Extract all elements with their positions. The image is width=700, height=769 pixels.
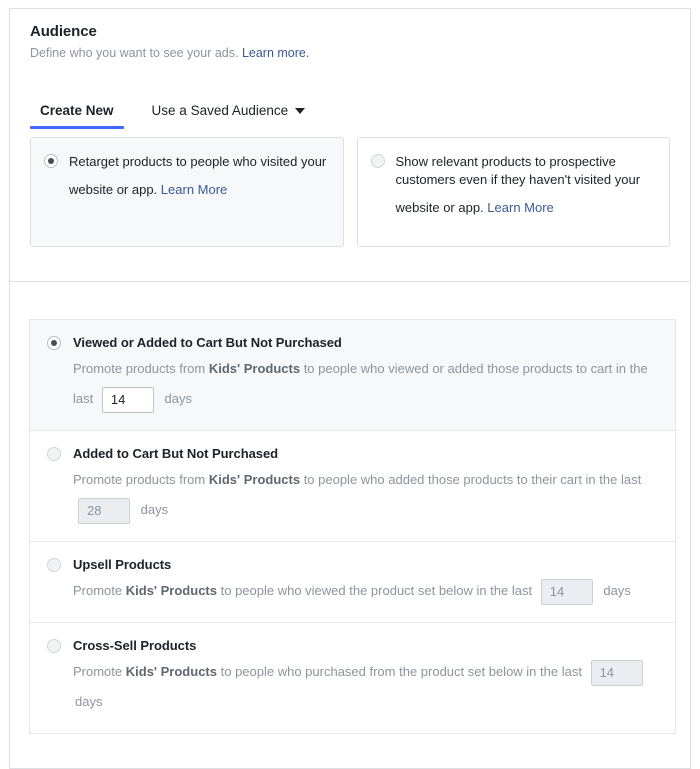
audience-setup-screen: Audience Define who you want to see your…: [0, 0, 700, 769]
product-set-name-2: Kids' Products: [125, 583, 217, 598]
option-body-cross-sell-products: Cross-Sell Products Promote Kids' Produc…: [73, 637, 657, 717]
audience-card-retarget-body: Retarget products to people who visited …: [69, 152, 328, 199]
radio-viewed-or-added-to-cart[interactable]: [47, 336, 61, 350]
option-row-viewed-or-added-to-cart[interactable]: Viewed or Added to Cart But Not Purchase…: [30, 320, 675, 431]
days-input-viewed-or-added-to-cart[interactable]: [101, 386, 154, 413]
chevron-down-icon: [295, 108, 306, 114]
audience-type-cards: Retarget products to people who visited …: [10, 128, 690, 247]
audience-card-retarget-learn-more[interactable]: Learn More: [161, 181, 227, 199]
option-desc-before-0: Promote products from: [73, 361, 206, 376]
days-label-2: days: [603, 583, 631, 598]
days-input-cross-sell-products[interactable]: [590, 659, 643, 686]
tab-create-new[interactable]: Create New: [30, 103, 124, 129]
learn-more-link[interactable]: Learn more.: [242, 46, 309, 60]
radio-cross-sell-products[interactable]: [47, 639, 61, 653]
option-row-added-to-cart[interactable]: Added to Cart But Not Purchased Promote …: [30, 431, 675, 542]
option-title-viewed-or-added-to-cart: Viewed or Added to Cart But Not Purchase…: [73, 335, 342, 350]
page-subtitle: Define who you want to see your ads. Lea…: [30, 45, 670, 62]
option-body-viewed-or-added-to-cart: Viewed or Added to Cart But Not Purchase…: [73, 334, 657, 414]
option-row-cross-sell-products[interactable]: Cross-Sell Products Promote Kids' Produc…: [30, 623, 675, 734]
option-description-added-to-cart: Promote products from Kids' Products to …: [73, 465, 657, 525]
days-label-1: days: [140, 502, 169, 517]
product-set-name-0: Kids' Products: [208, 361, 301, 376]
page-subtitle-text: Define who you want to see your ads.: [30, 46, 239, 60]
retargeting-options-list: Viewed or Added to Cart But Not Purchase…: [29, 319, 676, 734]
option-row-upsell-products[interactable]: Upsell Products Promote Kids' Products t…: [30, 542, 675, 623]
option-desc-middle-1: to people who added those products to th…: [303, 472, 642, 487]
days-input-added-to-cart[interactable]: [78, 497, 130, 524]
option-body-added-to-cart: Added to Cart But Not Purchased Promote …: [73, 445, 657, 525]
page-title: Audience: [30, 23, 97, 40]
audience-card-prospecting-learn-more[interactable]: Learn More: [487, 199, 553, 217]
audience-card-prospecting[interactable]: Show relevant products to prospective cu…: [356, 137, 670, 247]
section-header: Audience Define who you want to see your…: [10, 9, 690, 62]
audience-card-retarget[interactable]: Retarget products to people who visited …: [30, 137, 344, 247]
product-set-name-3: Kids' Products: [125, 664, 217, 679]
days-input-upsell-products[interactable]: [540, 578, 593, 605]
retargeting-options-panel: Viewed or Added to Cart But Not Purchase…: [9, 281, 691, 769]
option-desc-middle-2: to people who viewed the product set bel…: [220, 583, 533, 598]
option-description-viewed-or-added-to-cart: Promote products from Kids' Products to …: [73, 354, 657, 414]
radio-prospecting[interactable]: [370, 154, 385, 168]
option-title-added-to-cart: Added to Cart But Not Purchased: [73, 446, 279, 461]
radio-retarget[interactable]: [44, 154, 58, 168]
tab-create-new-label: Create New: [40, 103, 114, 118]
option-description-cross-sell-products: Promote Kids' Products to people who pur…: [73, 657, 657, 717]
radio-upsell-products[interactable]: [47, 558, 61, 572]
tab-use-saved-audience[interactable]: Use a Saved Audience: [142, 103, 316, 128]
option-desc-middle-3: to people who purchased from the product…: [220, 664, 582, 679]
option-desc-before-3: Promote: [73, 664, 123, 679]
days-label-3: days: [75, 694, 103, 709]
option-desc-before-2: Promote: [73, 583, 123, 598]
product-set-name-1: Kids' Products: [208, 472, 301, 487]
option-description-upsell-products: Promote Kids' Products to people who vie…: [73, 576, 657, 606]
option-body-upsell-products: Upsell Products Promote Kids' Products t…: [73, 556, 657, 606]
option-title-upsell-products: Upsell Products: [73, 557, 172, 572]
radio-added-to-cart[interactable]: [47, 447, 61, 461]
tab-use-saved-audience-label: Use a Saved Audience: [151, 103, 289, 118]
option-desc-before-1: Promote products from: [73, 472, 206, 487]
audience-tabs: Create New Use a Saved Audience: [10, 98, 690, 129]
option-title-cross-sell-products: Cross-Sell Products: [73, 638, 197, 653]
audience-card-prospecting-body: Show relevant products to prospective cu…: [396, 152, 655, 217]
audience-panel: Audience Define who you want to see your…: [9, 8, 691, 281]
days-label-0: days: [164, 391, 192, 406]
